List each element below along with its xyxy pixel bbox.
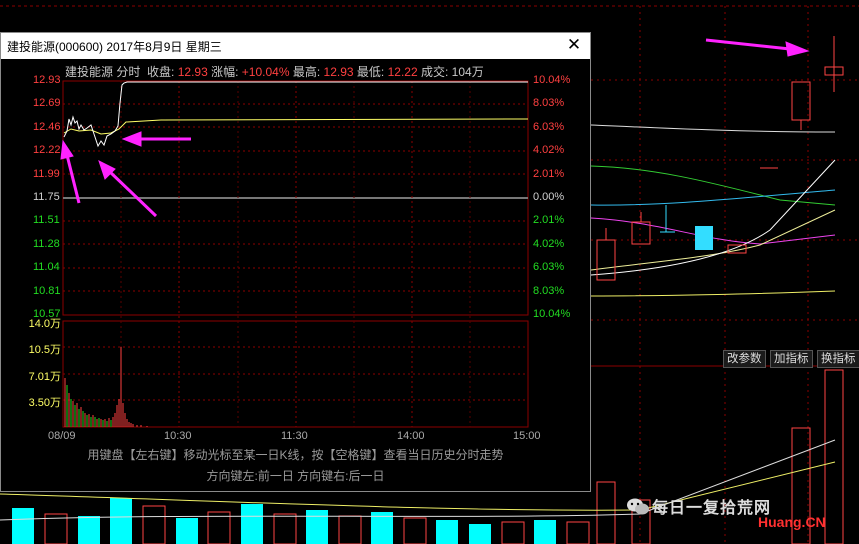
kline-vgrid [639,6,809,544]
percent-tick-label: 6.03% [533,261,565,274]
switch-indicator-button[interactable]: 换指标 [817,350,859,368]
percent-tick-label: 4.02% [533,237,565,250]
price-tick-label: 11.28 [33,237,60,250]
percent-tick-label: 2.01% [533,167,565,180]
intraday-chart[interactable] [1,33,590,491]
price-tick-label: 12.46 [33,120,61,133]
intraday-popup-window: 建投能源(000600) 2017年8月9日 星期三 ✕ 建投能源 分时 收盘:… [0,32,591,492]
percent-tick-label: 10.04% [533,74,571,86]
percent-tick-label: 8.03% [533,284,565,297]
highlight-arrow-top [705,38,810,57]
percent-tick-label: 10.04% [533,308,571,320]
ma-line-yellow [590,290,836,297]
time-tick-label: 15:00 [513,430,541,442]
add-indicator-button[interactable]: 加指标 [770,350,813,368]
ma-line-white [590,124,836,133]
price-tick-label: 10.81 [33,284,61,297]
time-tick-label: 08/09 [48,430,76,442]
price-tick-label: 12.22 [33,144,61,157]
percent-tick-label: 2.01% [533,214,565,227]
percent-tick-label: 6.03% [533,120,565,133]
volume-tick-label: 3.50万 [28,397,61,409]
vgrid [120,81,471,427]
price-tick-label: 12.93 [33,74,61,86]
watermark-text: 每日一复拾荒网 [652,500,772,517]
volume-tick-label: 10.5万 [28,344,61,356]
keyboard-hint-line1: 用键盘【左右键】移动光标至某一日K线，按【空格键】查看当日历史分时走势 [87,448,504,462]
time-tick-label: 14:00 [397,430,425,442]
kline-candles [596,36,844,281]
annotation-arrows [60,131,191,218]
volume-bars [64,347,148,427]
wechat-logo-icon [627,498,649,515]
price-tick-label: 11.04 [33,261,60,274]
percent-tick-label: 0.00% [533,191,565,203]
keyboard-hint-line2: 方向键左:前一日 方向键右:后一日 [206,469,385,483]
time-tick-label: 10:30 [164,430,192,442]
percent-tick-label: 8.03% [533,97,565,110]
price-tick-label: 11.99 [33,167,60,180]
watermark-site: Huang.CN [758,514,826,530]
price-tick-label: 11.75 [33,191,60,203]
time-tick-label: 11:30 [281,430,308,442]
price-tick-label: 11.51 [33,214,60,227]
ma-line-cyan [590,189,836,206]
price-tick-label: 12.69 [33,97,61,110]
percent-tick-label: 4.02% [533,144,565,157]
change-param-button[interactable]: 改参数 [723,350,766,368]
volume-tick-label: 14.0万 [28,318,61,330]
ma-line-white2 [590,159,836,276]
volume-tick-label: 7.01万 [28,371,61,383]
